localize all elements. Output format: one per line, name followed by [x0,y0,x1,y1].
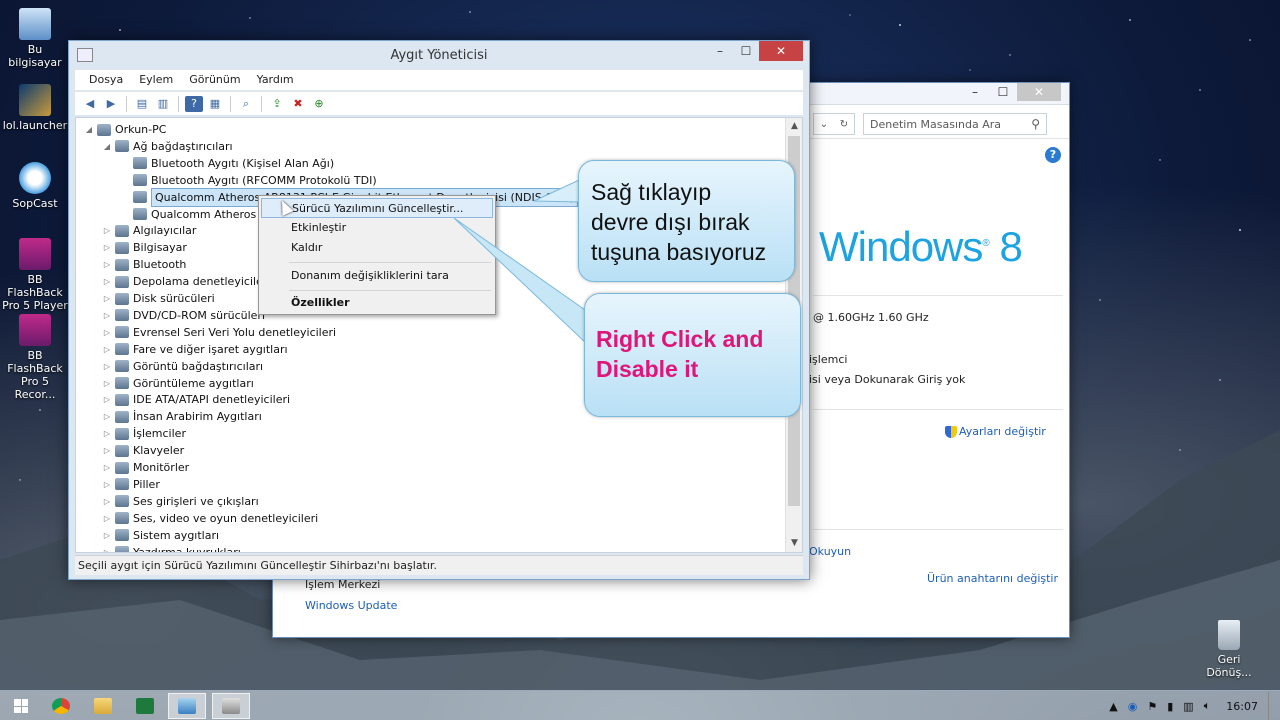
network-icon[interactable]: ▥ [1183,700,1193,713]
taskbar-file-explorer[interactable] [84,693,122,719]
system-icon [178,698,196,714]
callout-turkish: Sağ tıklayıp devre dışı bırak tuşuna bas… [578,160,795,282]
excel-icon [136,698,154,714]
callout-line: Sağ tıklayıp [591,179,712,205]
taskbar-system[interactable] [168,693,206,719]
clock[interactable]: 16:07 [1226,700,1258,713]
start-button[interactable] [2,693,40,719]
tray-arrow-icon[interactable]: ▲ [1109,700,1117,713]
system-tray: ▲ ◉ ⚑ ▮ ▥ 🔈︎ 16:07 [1109,691,1274,720]
callout-line: Right Click and [596,326,764,352]
taskbar-chrome[interactable] [42,693,80,719]
taskbar-device-manager[interactable] [212,693,250,719]
callout-line: tuşuna basıyoruz [591,239,767,265]
callout-turkish-text: Sağ tıklayıp devre dışı bırak tuşuna bas… [591,177,766,267]
security-icon[interactable]: ◉ [1128,700,1138,713]
callout-english: Right Click and Disable it [584,293,801,417]
volume-icon[interactable]: 🔈︎ [1204,699,1211,713]
taskbar-excel[interactable] [126,693,164,719]
taskbar: ▲ ◉ ⚑ ▮ ▥ 🔈︎ 16:07 [0,690,1280,720]
callout-line: Disable it [596,356,699,382]
chrome-icon [52,698,70,714]
flag-icon[interactable]: ⚑ [1147,700,1157,713]
folder-icon [94,698,112,714]
battery-icon[interactable]: ▮ [1167,700,1173,713]
device-manager-icon [222,698,240,714]
show-desktop-button[interactable] [1268,692,1274,720]
callout-line: devre dışı bırak [591,209,750,235]
callout-english-text: Right Click and Disable it [596,324,763,384]
windows-start-icon [14,699,28,713]
